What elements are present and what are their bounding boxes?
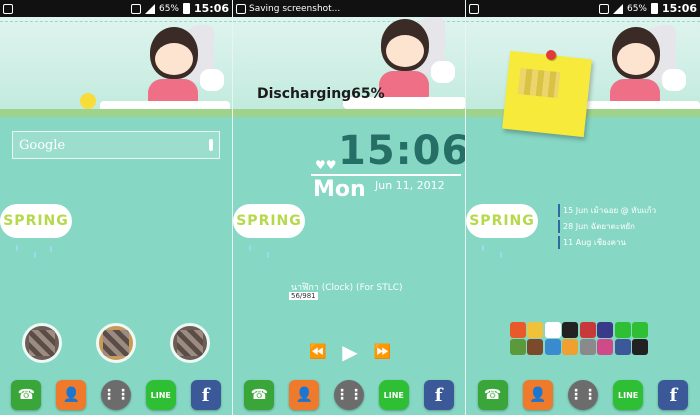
chick-illustration xyxy=(80,93,96,109)
notification-icon xyxy=(469,3,479,14)
app-icon xyxy=(545,339,561,355)
app-folder[interactable] xyxy=(615,322,648,355)
clock-time[interactable]: 15:06 xyxy=(338,128,465,174)
line-app-icon[interactable]: LINE xyxy=(145,380,176,410)
spring-cloud-sticker: SPRING xyxy=(466,204,538,238)
contacts-icon[interactable]: 👤 xyxy=(522,380,553,410)
app-icon xyxy=(527,339,543,355)
clock-day: Mon xyxy=(313,177,366,202)
pin-icon xyxy=(546,50,556,60)
spring-cloud-sticker: SPRING xyxy=(0,204,72,238)
app-icon xyxy=(510,322,526,338)
app-icon xyxy=(510,339,526,355)
home-screen-left: 65% 15:06 Google SPRING ☎ 👤 ⋮⋮ LINE f xyxy=(0,0,233,415)
spring-cloud-sticker: SPRING xyxy=(233,204,305,238)
facebook-icon[interactable]: f xyxy=(423,380,454,410)
line-app-icon[interactable]: LINE xyxy=(613,380,644,410)
cat-illustration xyxy=(662,69,686,91)
facebook-icon[interactable]: f xyxy=(190,380,221,410)
battery-status-text: Discharging65% xyxy=(257,86,385,102)
app-icon xyxy=(632,339,648,355)
app-icon xyxy=(527,322,543,338)
screens-container: 65% 15:06 Google SPRING ☎ 👤 ⋮⋮ LINE f Sa… xyxy=(0,0,700,415)
screenshot-icon xyxy=(236,3,246,14)
contact-avatar[interactable] xyxy=(22,323,62,363)
app-icon xyxy=(562,322,578,338)
app-folder[interactable] xyxy=(510,322,543,355)
notification-icon xyxy=(3,3,13,14)
app-icon xyxy=(615,339,631,355)
battery-icon xyxy=(182,3,190,14)
battery-icon xyxy=(650,3,658,14)
status-time: 15:06 xyxy=(193,2,229,15)
contacts-icon[interactable]: 👤 xyxy=(289,380,320,410)
calendar-event: 28 Jun ฉัตยาตะหยัก xyxy=(558,220,656,233)
battery-percent: 65% xyxy=(158,3,179,14)
dock: ☎ 👤 ⋮⋮ LINE f xyxy=(233,375,465,415)
whatsapp-icon xyxy=(615,322,631,338)
calendar-app-icon xyxy=(545,322,561,338)
phone-icon[interactable]: ☎ xyxy=(477,380,508,410)
google-search-bar[interactable]: Google xyxy=(12,131,220,159)
signal-icon xyxy=(144,3,155,14)
status-bar: Saving screenshot... xyxy=(233,0,465,17)
track-counter: 56/981 xyxy=(289,292,318,300)
app-icon xyxy=(580,339,596,355)
play-icon[interactable]: ▶ xyxy=(342,340,357,364)
app-icon xyxy=(580,322,596,338)
calendar-event: 15 Jun เม้าฉอย @ ทับแก้ว xyxy=(558,204,656,217)
google-search-label: Google xyxy=(19,137,66,153)
status-time: 15:06 xyxy=(661,2,697,15)
app-folder[interactable] xyxy=(580,322,613,355)
heart-icon: ♥♥ xyxy=(315,158,337,172)
status-bar: 65% 15:06 xyxy=(0,0,232,17)
wallpaper-illustration xyxy=(0,17,232,117)
battery-percent: 65% xyxy=(626,3,647,14)
fast-forward-icon[interactable]: ⏩ xyxy=(374,344,391,360)
dock: ☎ 👤 ⋮⋮ LINE f xyxy=(466,375,700,415)
clock-date: Jun 11, 2012 xyxy=(375,179,445,192)
app-folders xyxy=(510,322,648,355)
cat-illustration xyxy=(431,61,455,83)
app-folder[interactable] xyxy=(545,322,578,355)
rewind-icon[interactable]: ⏪ xyxy=(309,344,326,360)
home-screen-middle: Saving screenshot... Discharging65% 15:0… xyxy=(233,0,466,415)
phone-icon[interactable]: ☎ xyxy=(244,380,275,410)
app-icon xyxy=(562,339,578,355)
alarm-icon xyxy=(598,3,609,14)
home-screen-right: 65% 15:06 SPRING 15 Jun เม้าฉอย @ ทับแก้… xyxy=(466,0,700,415)
music-track-info: 56/981 xyxy=(289,292,318,300)
status-bar: 65% 15:06 xyxy=(466,0,700,17)
cat-illustration xyxy=(200,69,224,91)
music-controls: ⏪ ▶ ⏩ xyxy=(309,340,391,364)
calendar-event: 11 Aug เชียงคาน xyxy=(558,236,656,249)
line-icon xyxy=(632,322,648,338)
signal-icon xyxy=(612,3,623,14)
alarm-icon xyxy=(130,3,141,14)
mic-icon[interactable] xyxy=(209,139,213,151)
phone-icon[interactable]: ☎ xyxy=(11,380,42,410)
contacts-icon[interactable]: 👤 xyxy=(56,380,87,410)
notification-text: Saving screenshot... xyxy=(249,3,341,14)
app-drawer-icon[interactable]: ⋮⋮ xyxy=(100,380,131,410)
app-icon xyxy=(597,339,613,355)
contact-avatar[interactable] xyxy=(96,323,136,363)
line-app-icon[interactable]: LINE xyxy=(378,380,409,410)
app-drawer-icon[interactable]: ⋮⋮ xyxy=(333,380,364,410)
wallpaper-illustration xyxy=(233,17,465,117)
app-drawer-icon[interactable]: ⋮⋮ xyxy=(567,380,598,410)
dock: ☎ 👤 ⋮⋮ LINE f xyxy=(0,375,232,415)
contact-avatar[interactable] xyxy=(170,323,210,363)
calendar-widget[interactable]: 15 Jun เม้าฉอย @ ทับแก้ว 28 Jun ฉัตยาตะห… xyxy=(558,204,656,252)
app-icon xyxy=(597,322,613,338)
facebook-icon[interactable]: f xyxy=(658,380,689,410)
sticky-note-widget[interactable] xyxy=(502,50,592,138)
